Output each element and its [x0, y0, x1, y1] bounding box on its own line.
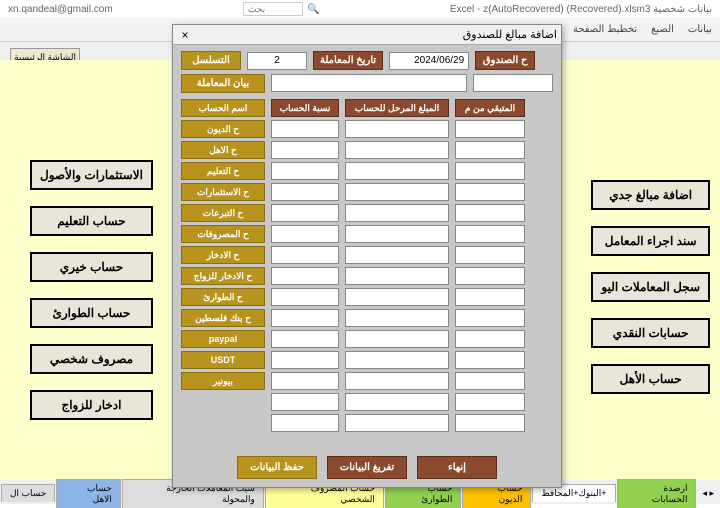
amount-input[interactable] — [345, 183, 449, 201]
ribbon-tab[interactable]: بيانات — [688, 24, 712, 35]
pct-input[interactable] — [271, 246, 339, 264]
pct-input[interactable] — [271, 288, 339, 306]
bg-button[interactable]: سجل المعاملات اليو — [591, 272, 710, 302]
amount-input[interactable] — [345, 141, 449, 159]
account-label[interactable]: ح الاهل — [181, 141, 265, 159]
account-label[interactable]: paypal — [181, 330, 265, 348]
user-email: xn.qandeal@gmail.com — [8, 4, 113, 15]
doc-title: Excel - z(AutoRecovered) (Recovered).xls… — [450, 4, 712, 15]
amount-input[interactable] — [345, 162, 449, 180]
bg-button[interactable]: مصروف شخصي — [30, 344, 153, 374]
remain-input[interactable] — [455, 120, 525, 138]
account-label[interactable]: ح بنك فلسطين — [181, 309, 265, 327]
date-input[interactable] — [389, 52, 469, 70]
account-label[interactable]: ح الادخار — [181, 246, 265, 264]
dialog-title: اضافة مبالغ للصندوق — [463, 28, 557, 41]
remain-input[interactable] — [455, 330, 525, 348]
account-label[interactable]: ح التبرعات — [181, 204, 265, 222]
serial-label: التسلسل — [181, 51, 241, 70]
bg-button[interactable]: حساب التعليم — [30, 206, 153, 236]
close-icon[interactable]: × — [177, 27, 193, 43]
exit-button[interactable]: إنهاء — [417, 456, 497, 479]
bg-button[interactable]: اضافة مبالغ جدي — [591, 180, 710, 210]
remain-input[interactable] — [455, 141, 525, 159]
pct-input[interactable] — [271, 120, 339, 138]
ribbon-tab[interactable]: الصبغ — [651, 24, 674, 35]
account-label[interactable]: ح التعليم — [181, 162, 265, 180]
clear-button[interactable]: تفريغ البيانات — [327, 456, 407, 479]
pct-input[interactable] — [271, 183, 339, 201]
bg-button[interactable]: حساب الأهل — [591, 364, 710, 394]
pct-input[interactable] — [271, 162, 339, 180]
bg-button[interactable]: سند اجراء المعامل — [591, 226, 710, 256]
remain-input[interactable] — [455, 183, 525, 201]
amount-input[interactable] — [345, 309, 449, 327]
pct-input[interactable] — [271, 351, 339, 369]
pct-input[interactable] — [271, 225, 339, 243]
remain-input[interactable] — [455, 372, 525, 390]
pct-input[interactable] — [271, 414, 339, 432]
amount-input[interactable] — [345, 204, 449, 222]
pct-input[interactable] — [271, 372, 339, 390]
desc-label: بيان المعاملة — [181, 74, 265, 93]
amount-input[interactable] — [345, 414, 449, 432]
account-label[interactable]: ح الادخار للزواج — [181, 267, 265, 285]
col-name-header: اسم الحساب — [181, 99, 265, 117]
remain-input[interactable] — [455, 162, 525, 180]
account-label[interactable]: ح الطوارئ — [181, 288, 265, 306]
amount-input[interactable] — [345, 120, 449, 138]
remain-input[interactable] — [455, 204, 525, 222]
sheet-tab[interactable]: حساب ال — [1, 484, 55, 502]
pct-input[interactable] — [271, 267, 339, 285]
bg-button[interactable]: ادخار للزواج — [30, 390, 153, 420]
fund-val-input[interactable] — [473, 74, 553, 92]
pct-input[interactable] — [271, 330, 339, 348]
pct-input[interactable] — [271, 393, 339, 411]
pct-input[interactable] — [271, 141, 339, 159]
amount-input[interactable] — [345, 372, 449, 390]
remain-input[interactable] — [455, 309, 525, 327]
col-remain-header: المتبقي من م — [455, 99, 525, 117]
bg-button[interactable]: حساب خيري — [30, 252, 153, 282]
bg-button[interactable]: حسابات النقدي — [591, 318, 710, 348]
amount-input[interactable] — [345, 288, 449, 306]
amount-input[interactable] — [345, 267, 449, 285]
remain-input[interactable] — [455, 225, 525, 243]
account-label[interactable]: ح الاستثمارات — [181, 183, 265, 201]
col-amount-header: المبلغ المرحل للحساب — [345, 99, 449, 117]
serial-input[interactable] — [247, 52, 307, 70]
account-label[interactable]: ح المصروفات — [181, 225, 265, 243]
pct-input[interactable] — [271, 309, 339, 327]
fund-label[interactable]: ح الصندوق — [475, 51, 535, 70]
bg-button[interactable]: الاستثمارات والأصول — [30, 160, 153, 190]
amount-input[interactable] — [345, 393, 449, 411]
amount-input[interactable] — [345, 330, 449, 348]
sheet-tab[interactable]: ارصدة الحسابات — [617, 479, 697, 508]
remain-input[interactable] — [455, 267, 525, 285]
pct-input[interactable] — [271, 204, 339, 222]
amount-input[interactable] — [345, 246, 449, 264]
remain-input[interactable] — [455, 414, 525, 432]
account-label[interactable]: USDT — [181, 351, 265, 369]
tabs-nav-icon[interactable]: ▸ ◂ — [696, 488, 720, 499]
remain-input[interactable] — [455, 246, 525, 264]
desc-input[interactable] — [271, 74, 467, 92]
add-funds-dialog: اضافة مبالغ للصندوق × ح الصندوق تاريخ ال… — [172, 24, 562, 488]
remain-input[interactable] — [455, 351, 525, 369]
amount-input[interactable] — [345, 351, 449, 369]
date-label: تاريخ المعاملة — [313, 51, 383, 70]
sheet-tab[interactable]: حساب الاهل — [56, 479, 120, 508]
account-label[interactable]: بيونير — [181, 372, 265, 390]
bg-button[interactable]: حساب الطوارئ — [30, 298, 153, 328]
account-label[interactable]: ح الديون — [181, 120, 265, 138]
save-button[interactable]: حفظ البيانات — [237, 456, 317, 479]
remain-input[interactable] — [455, 393, 525, 411]
search-input[interactable] — [243, 2, 303, 16]
ribbon-tab[interactable]: تخطيط الصفحة — [573, 24, 637, 35]
app-titlebar: xn.qandeal@gmail.com 🔍 Excel - z(AutoRec… — [0, 0, 720, 18]
amount-input[interactable] — [345, 225, 449, 243]
remain-input[interactable] — [455, 288, 525, 306]
col-pct-header: نسبة الحساب — [271, 99, 339, 117]
search-icon: 🔍 — [307, 4, 319, 15]
